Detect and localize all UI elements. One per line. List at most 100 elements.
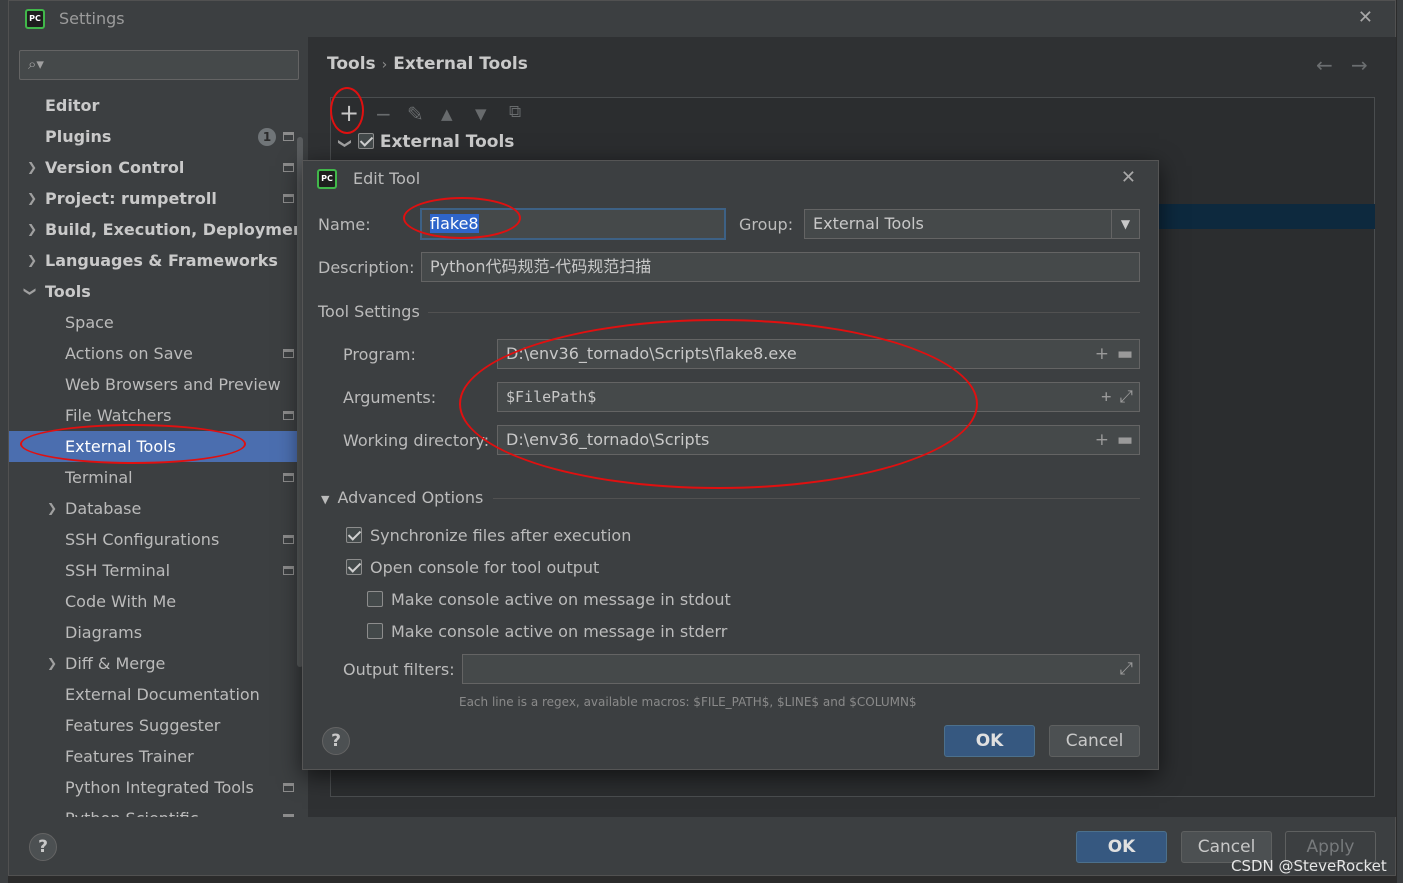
sidebar-item-languages[interactable]: ❯ Languages & Frameworks	[9, 245, 297, 276]
watermark-text: CSDN @SteveRocket	[1231, 857, 1387, 875]
console-stderr-checkbox[interactable]	[367, 623, 383, 639]
chevron-down-icon[interactable]: ❯	[337, 138, 352, 149]
sidebar-item-external-documentation[interactable]: External Documentation	[9, 679, 297, 710]
chevron-right-icon[interactable]: ❯	[27, 183, 37, 214]
breadcrumb-separator: ›	[381, 57, 388, 73]
root-enabled-checkbox[interactable]	[357, 133, 374, 149]
help-button[interactable]: ?	[29, 833, 57, 861]
project-scope-icon	[283, 194, 294, 203]
chevron-down-icon[interactable]: ❯	[15, 286, 46, 296]
folder-icon[interactable]: ▬	[1117, 430, 1133, 450]
help-button[interactable]: ?	[322, 727, 350, 755]
folder-icon[interactable]: ▬	[1117, 344, 1133, 364]
chevron-right-icon[interactable]: ❯	[27, 214, 37, 245]
sync-files-option[interactable]: Synchronize files after execution	[346, 526, 631, 545]
sidebar-item-file-watchers[interactable]: File Watchers	[9, 400, 297, 431]
console-stdout-option[interactable]: Make console active on message in stdout	[367, 590, 731, 609]
project-scope-icon	[283, 535, 294, 544]
project-scope-icon	[283, 473, 294, 482]
sidebar-item-editor[interactable]: Editor	[9, 90, 297, 121]
chevron-right-icon[interactable]: ❯	[47, 648, 57, 679]
program-input[interactable]: D:\env36_tornado\Scripts\flake8.exe + ▬	[497, 339, 1140, 369]
open-console-option[interactable]: Open console for tool output	[346, 558, 599, 577]
name-label: Name:	[318, 215, 371, 234]
description-input[interactable]: Python代码规范-代码规范扫描	[421, 252, 1140, 282]
ok-button[interactable]: OK	[944, 725, 1035, 757]
project-scope-icon	[283, 163, 294, 172]
sidebar-item-version-control[interactable]: ❯ Version Control	[9, 152, 297, 183]
open-console-checkbox[interactable]	[346, 559, 362, 575]
copy-icon[interactable]: ⧉	[509, 102, 521, 122]
minus-icon[interactable]: −	[375, 102, 392, 126]
sidebar-item-terminal[interactable]: Terminal	[9, 462, 297, 493]
working-directory-label: Working directory:	[343, 431, 490, 450]
sidebar-item-external-tools[interactable]: External Tools	[9, 431, 297, 462]
sidebar-item-diagrams[interactable]: Diagrams	[9, 617, 297, 648]
breadcrumb: Tools › External Tools	[327, 54, 528, 74]
edit-tool-dialog: PC Edit Tool ✕ Name: flake8 Group: Exter…	[302, 160, 1159, 770]
breadcrumb-current: External Tools	[393, 54, 528, 74]
plus-icon[interactable]: +	[1095, 344, 1109, 364]
sidebar-item-database[interactable]: ❯ Database	[9, 493, 297, 524]
settings-tree: Editor Plugins 1 ❯ Version Control ❯ Projec…	[9, 90, 308, 817]
arrow-down-icon[interactable]: ▼	[475, 105, 487, 123]
sidebar-item-python-scientific[interactable]: Python Scientific	[9, 803, 297, 817]
chevron-down-icon[interactable]: ▼	[1111, 210, 1139, 238]
arrow-up-icon[interactable]: ▲	[441, 105, 453, 123]
sidebar-item-web-browsers[interactable]: Web Browsers and Preview	[9, 369, 297, 400]
program-label: Program:	[343, 345, 416, 364]
search-input[interactable]: ⌕▾	[19, 50, 299, 80]
project-scope-icon	[283, 132, 294, 141]
chevron-right-icon[interactable]: ❯	[27, 152, 37, 183]
sidebar-item-features-trainer[interactable]: Features Trainer	[9, 741, 297, 772]
console-stderr-option[interactable]: Make console active on message in stderr	[367, 622, 727, 641]
title-bar: PC Settings ✕	[9, 1, 1395, 37]
tool-settings-heading: Tool Settings	[318, 302, 420, 321]
project-scope-icon	[283, 783, 294, 792]
sidebar-item-ssh-configurations[interactable]: SSH Configurations	[9, 524, 297, 555]
sidebar-item-python-integrated-tools[interactable]: Python Integrated Tools	[9, 772, 297, 803]
tools-toolbar: + − ✎ ▲ ▼ ⧉	[331, 98, 1374, 130]
breadcrumb-parent[interactable]: Tools	[327, 54, 376, 74]
output-filters-input[interactable]: ⤢	[462, 654, 1140, 684]
chevron-right-icon[interactable]: ❯	[27, 245, 37, 276]
sidebar-item-diff-merge[interactable]: ❯ Diff & Merge	[9, 648, 297, 679]
arguments-label: Arguments:	[343, 388, 437, 407]
plus-icon[interactable]: +	[1101, 387, 1111, 407]
ok-button[interactable]: OK	[1076, 831, 1167, 863]
sidebar-item-code-with-me[interactable]: Code With Me	[9, 586, 297, 617]
tools-tree-root[interactable]: ❯ External Tools	[337, 132, 514, 154]
description-label: Description:	[318, 258, 415, 277]
close-icon[interactable]: ✕	[1121, 167, 1136, 188]
sidebar-item-tools[interactable]: ❯ Tools	[9, 276, 297, 307]
project-scope-icon	[283, 814, 294, 817]
group-select[interactable]: External Tools ▼	[804, 209, 1140, 239]
sync-files-checkbox[interactable]	[346, 527, 362, 543]
name-input[interactable]: flake8	[420, 208, 726, 240]
sidebar-item-ssh-terminal[interactable]: SSH Terminal	[9, 555, 297, 586]
arrow-right-icon[interactable]: →	[1351, 53, 1368, 77]
chevron-right-icon[interactable]: ❯	[47, 493, 57, 524]
close-icon[interactable]: ✕	[1358, 7, 1373, 28]
sidebar-item-plugins[interactable]: Plugins 1	[9, 121, 297, 152]
update-count-badge: 1	[258, 128, 276, 146]
arguments-input[interactable]: $FilePath$ + ⤢	[497, 382, 1140, 412]
expand-icon[interactable]: ⤢	[1119, 387, 1133, 407]
sidebar-item-space[interactable]: Space	[9, 307, 297, 338]
advanced-options-toggle[interactable]: ▼ Advanced Options	[321, 488, 483, 507]
selected-tool-row[interactable]	[1159, 204, 1375, 229]
sidebar-item-features-suggester[interactable]: Features Suggester	[9, 710, 297, 741]
search-icon: ⌕▾	[28, 55, 44, 73]
working-directory-input[interactable]: D:\env36_tornado\Scripts + ▬	[497, 425, 1140, 455]
arrow-left-icon[interactable]: ←	[1316, 53, 1333, 77]
sidebar-item-build[interactable]: ❯ Build, Execution, Deployment	[9, 214, 308, 245]
cancel-button[interactable]: Cancel	[1049, 725, 1140, 757]
expand-icon[interactable]: ⤢	[1119, 659, 1133, 679]
console-stdout-checkbox[interactable]	[367, 591, 383, 607]
sidebar-item-actions-on-save[interactable]: Actions on Save	[9, 338, 297, 369]
window-title: Settings	[59, 9, 125, 28]
pencil-icon[interactable]: ✎	[407, 102, 424, 126]
plus-icon[interactable]: +	[1095, 430, 1109, 450]
sidebar-item-project[interactable]: ❯ Project: rumpetroll	[9, 183, 297, 214]
plus-icon[interactable]: +	[339, 99, 359, 127]
